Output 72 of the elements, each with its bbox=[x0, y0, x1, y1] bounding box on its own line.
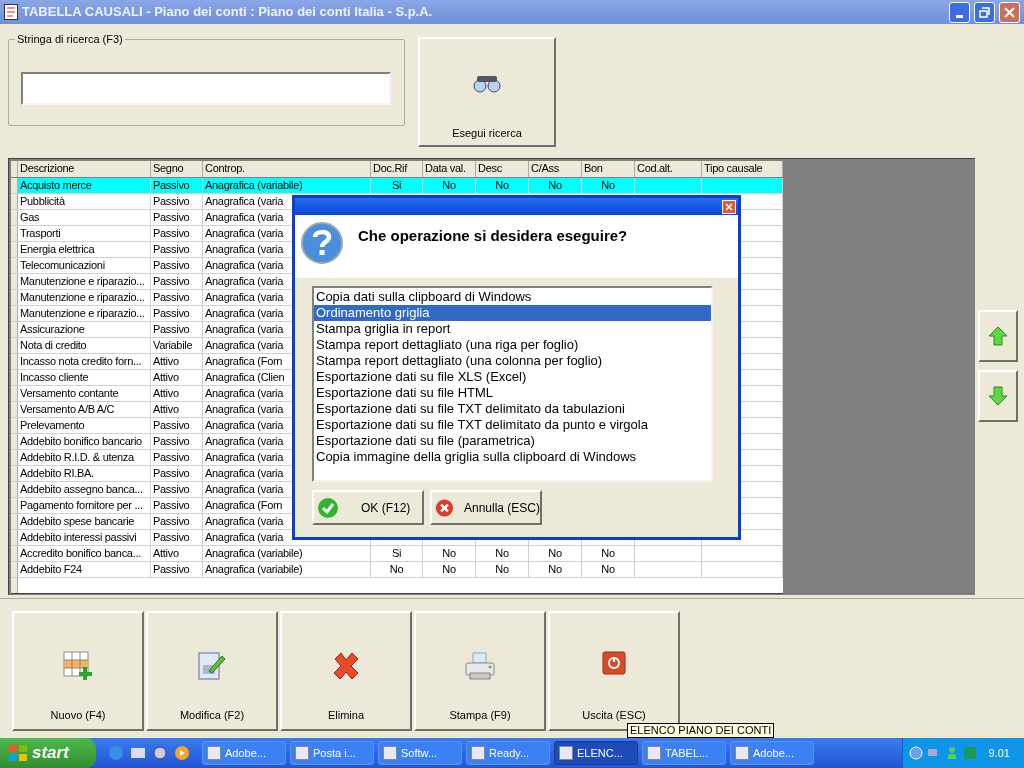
table-cell: Anagrafica (variabile) bbox=[203, 178, 371, 193]
table-cell: Passivo bbox=[151, 562, 203, 577]
table-cell: Gas bbox=[18, 210, 151, 225]
table-cell: Incasso cliente bbox=[18, 370, 151, 385]
table-cell: Pubblicità bbox=[18, 194, 151, 209]
table-cell: Passivo bbox=[151, 306, 203, 321]
table-cell: No bbox=[423, 546, 476, 561]
table-cell: Passivo bbox=[151, 290, 203, 305]
table-cell: Passivo bbox=[151, 242, 203, 257]
table-cell: Manutenzione e riparazio... bbox=[18, 274, 151, 289]
table-cell: Attivo bbox=[151, 386, 203, 401]
table-cell: Passivo bbox=[151, 514, 203, 529]
table-cell: Variabile bbox=[151, 338, 203, 353]
table-cell: Passivo bbox=[151, 194, 203, 209]
table-cell: Attivo bbox=[151, 546, 203, 561]
table-cell: Passivo bbox=[151, 274, 203, 289]
table-cell: No bbox=[476, 562, 529, 577]
table-cell: No bbox=[529, 562, 582, 577]
table-cell: Passivo bbox=[151, 210, 203, 225]
table-cell: Nota di credito bbox=[18, 338, 151, 353]
table-cell: Passivo bbox=[151, 450, 203, 465]
table-cell: Incasso nota credito forn... bbox=[18, 354, 151, 369]
table-cell: Addebito interessi passivi bbox=[18, 530, 151, 545]
table-cell: No bbox=[582, 562, 635, 577]
table-cell: Accredito bonifico banca... bbox=[18, 546, 151, 561]
clock: 9.01 bbox=[988, 745, 1011, 761]
table-cell: Passivo bbox=[151, 530, 203, 545]
table-cell: Passivo bbox=[151, 322, 203, 337]
table-cell: No bbox=[582, 546, 635, 561]
table-cell: No bbox=[529, 178, 582, 193]
table-cell: Versamento A/B A/C bbox=[18, 402, 151, 417]
table-cell: Addebito bonifico bancario bbox=[18, 434, 151, 449]
table-cell: No bbox=[582, 178, 635, 193]
table-cell: Prelevamento bbox=[18, 418, 151, 433]
table-cell: Passivo bbox=[151, 466, 203, 481]
table-cell: Addebito RI.BA. bbox=[18, 466, 151, 481]
search-group-label: Stringa di ricerca (F3) bbox=[15, 32, 125, 46]
table-cell: Trasporti bbox=[18, 226, 151, 241]
table-cell: No bbox=[476, 178, 529, 193]
table-cell: Passivo bbox=[151, 226, 203, 241]
table-cell: No bbox=[371, 562, 423, 577]
table-cell: Passivo bbox=[151, 434, 203, 449]
table-cell: No bbox=[423, 562, 476, 577]
table-cell: Anagrafica (variabile) bbox=[203, 546, 371, 561]
table-cell: Passivo bbox=[151, 418, 203, 433]
window-title: TABELLA CAUSALI - Piano dei conti : Piano dei conti Italia - S.p.A. bbox=[22, 3, 433, 22]
table-cell: Si bbox=[371, 546, 423, 561]
table-cell: Manutenzione e riparazio... bbox=[18, 290, 151, 305]
table-cell: Anagrafica (variabile) bbox=[203, 562, 371, 577]
table-cell: No bbox=[476, 546, 529, 561]
table-cell: Telecomunicazioni bbox=[18, 258, 151, 273]
table-cell: Energia elettrica bbox=[18, 242, 151, 257]
table-cell: Manutenzione e riparazio... bbox=[18, 306, 151, 321]
table-cell: Passivo bbox=[151, 178, 203, 193]
table-cell: Passivo bbox=[151, 498, 203, 513]
table-cell: Versamento contante bbox=[18, 386, 151, 401]
table-cell: Attivo bbox=[151, 402, 203, 417]
table-cell: Attivo bbox=[151, 354, 203, 369]
table-cell: Attivo bbox=[151, 370, 203, 385]
tooltip: ELENCO PIANO DEI CONTI bbox=[627, 723, 775, 738]
table-cell: Acquisto merce bbox=[18, 178, 151, 193]
table-cell: Assicurazione bbox=[18, 322, 151, 337]
table-cell: Passivo bbox=[151, 258, 203, 273]
table-cell: No bbox=[529, 546, 582, 561]
table-cell: Addebito R.I.D. & utenza bbox=[18, 450, 151, 465]
table-cell: No bbox=[423, 178, 476, 193]
table-cell: Addebito spese bancarie bbox=[18, 514, 151, 529]
table-cell: Addebito F24 bbox=[18, 562, 151, 577]
table-cell: Addebito assegno banca... bbox=[18, 482, 151, 497]
table-cell: Pagamento fornitore per ... bbox=[18, 498, 151, 513]
table-cell: Si bbox=[371, 178, 423, 193]
table-cell: Passivo bbox=[151, 482, 203, 497]
